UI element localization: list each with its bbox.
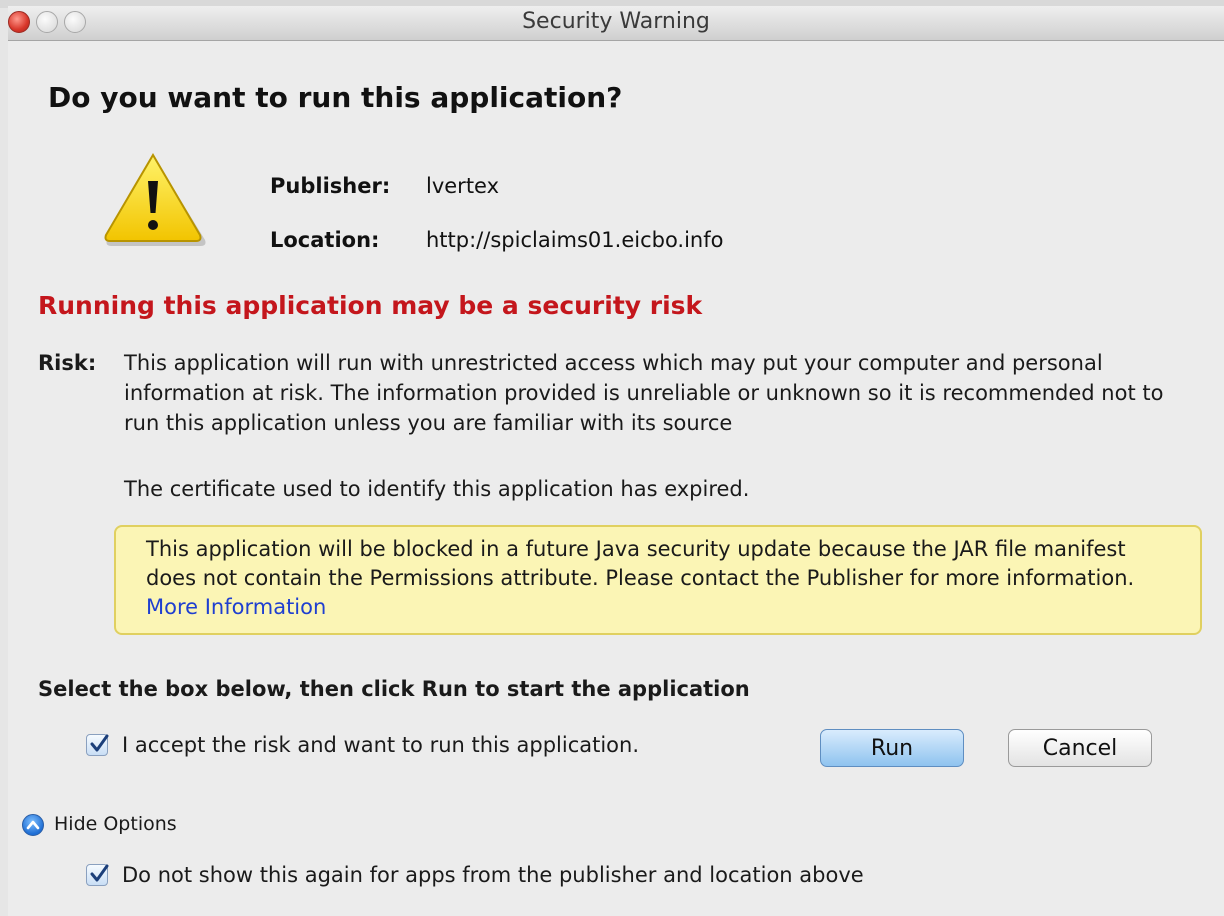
risk-description: This application will run with unrestric…	[124, 351, 1164, 435]
instruction-text: Select the box below, then click Run to …	[38, 677, 750, 701]
risk-label: Risk:	[38, 351, 97, 375]
accept-risk-label[interactable]: I accept the risk and want to run this a…	[122, 733, 639, 757]
checkmark-icon	[90, 734, 109, 752]
checkmark-icon	[90, 864, 109, 882]
window-title: Security Warning	[522, 9, 710, 34]
location-label: Location:	[270, 228, 380, 252]
chevron-up-icon	[26, 820, 40, 830]
permissions-notice-box: This application will be blocked in a fu…	[114, 525, 1202, 635]
dialog-heading: Do you want to run this application?	[48, 81, 623, 114]
title-bar[interactable]: Security Warning	[8, 6, 1224, 41]
warning-triangle-icon	[104, 153, 206, 246]
dont-show-again-checkbox[interactable]	[86, 864, 109, 886]
run-button[interactable]: Run	[820, 729, 964, 767]
hide-options-toggle[interactable]	[22, 814, 44, 836]
dont-show-again-label[interactable]: Do not show this again for apps from the…	[122, 863, 864, 887]
publisher-label: Publisher:	[270, 174, 391, 198]
risk-heading: Running this application may be a securi…	[38, 291, 703, 320]
accept-risk-checkbox[interactable]	[86, 734, 109, 756]
more-information-link[interactable]: More Information	[146, 595, 326, 619]
location-value: http://spiclaims01.eicbo.info	[426, 228, 724, 252]
certificate-notice: The certificate used to identify this ap…	[124, 477, 750, 501]
hide-options-label[interactable]: Hide Options	[54, 813, 177, 835]
cancel-button[interactable]: Cancel	[1008, 729, 1152, 767]
dialog-content: Do you want to run this application? Pub…	[8, 41, 1224, 916]
publisher-value: lvertex	[426, 174, 500, 198]
permissions-notice-text: This application will be blocked in a fu…	[146, 537, 1135, 590]
